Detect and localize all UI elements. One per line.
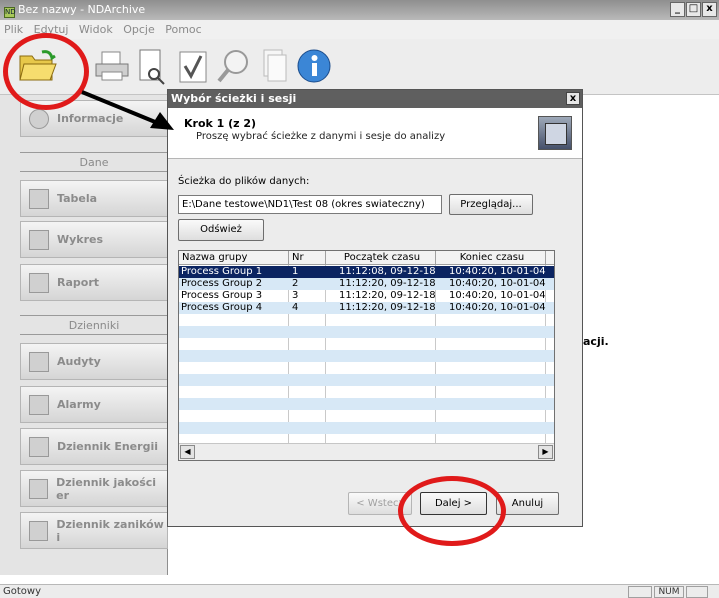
annotation-arrow-icon [81, 90, 174, 130]
